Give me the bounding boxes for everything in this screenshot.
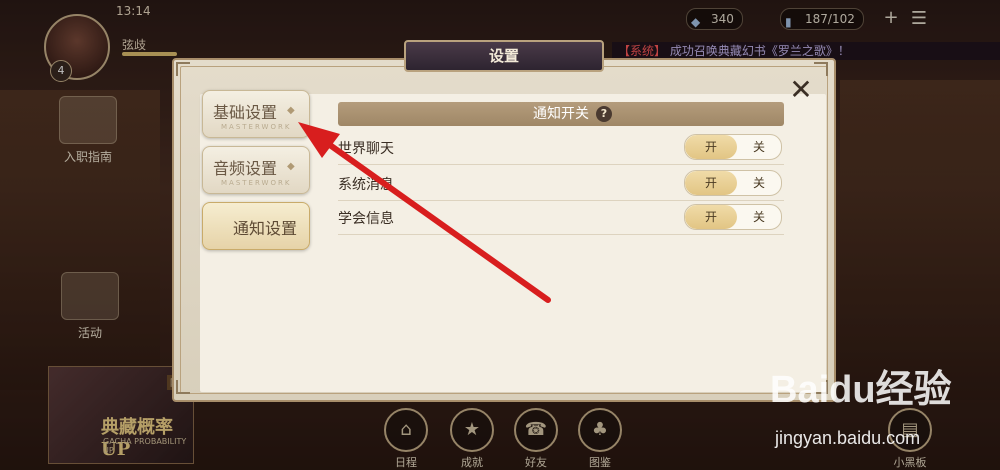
section-title: 通知开关 xyxy=(533,106,589,122)
tab-basic-settings[interactable]: 基础设置 ◆ MASTERWORK xyxy=(202,90,310,138)
diamond-icon: ◆ xyxy=(287,161,295,172)
setting-row-system-message: 系统消息 开 关 xyxy=(338,166,784,201)
close-icon[interactable]: ✕ xyxy=(786,76,816,106)
tab-sub: MASTERWORK xyxy=(221,179,292,187)
tab-label: 通知设置 xyxy=(233,219,298,238)
setting-row-world-chat: 世界聊天 开 关 xyxy=(338,130,784,165)
toggle-off[interactable]: 关 xyxy=(737,171,781,195)
tab-audio-settings[interactable]: 音频设置 ◆ MASTERWORK xyxy=(202,146,310,194)
tab-label: 基础设置 xyxy=(213,103,278,122)
section-header: 通知开关 xyxy=(338,102,784,126)
world-chat-toggle[interactable]: 开 关 xyxy=(684,134,782,160)
tab-label: 音频设置 xyxy=(213,159,278,178)
toggle-on[interactable]: 开 xyxy=(685,171,737,195)
setting-row-guild-info: 学会信息 开 关 xyxy=(338,200,784,235)
tab-notification-settings[interactable]: 通知设置 xyxy=(202,202,310,250)
diamond-icon: ◆ xyxy=(287,105,295,116)
frame-corner-ornament xyxy=(814,62,828,76)
frame-corner-ornament xyxy=(176,380,190,394)
setting-label: 世界聊天 xyxy=(338,141,394,157)
frame-corner-ornament xyxy=(176,62,190,76)
toggle-on[interactable]: 开 xyxy=(685,135,737,159)
toggle-off[interactable]: 关 xyxy=(737,135,781,159)
toggle-on[interactable]: 开 xyxy=(685,205,737,229)
guild-info-toggle[interactable]: 开 关 xyxy=(684,204,782,230)
tab-sub: MASTERWORK xyxy=(221,123,292,131)
watermark-logo: Baidu经验 xyxy=(770,369,952,411)
setting-label: 系统消息 xyxy=(338,177,394,193)
toggle-off[interactable]: 关 xyxy=(737,205,781,229)
system-message-toggle[interactable]: 开 关 xyxy=(684,170,782,196)
watermark-url: jingyan.baidu.com xyxy=(775,428,921,448)
dialog-title: 设置 xyxy=(404,40,604,72)
help-icon[interactable]: ? xyxy=(596,106,612,122)
setting-label: 学会信息 xyxy=(338,211,394,227)
